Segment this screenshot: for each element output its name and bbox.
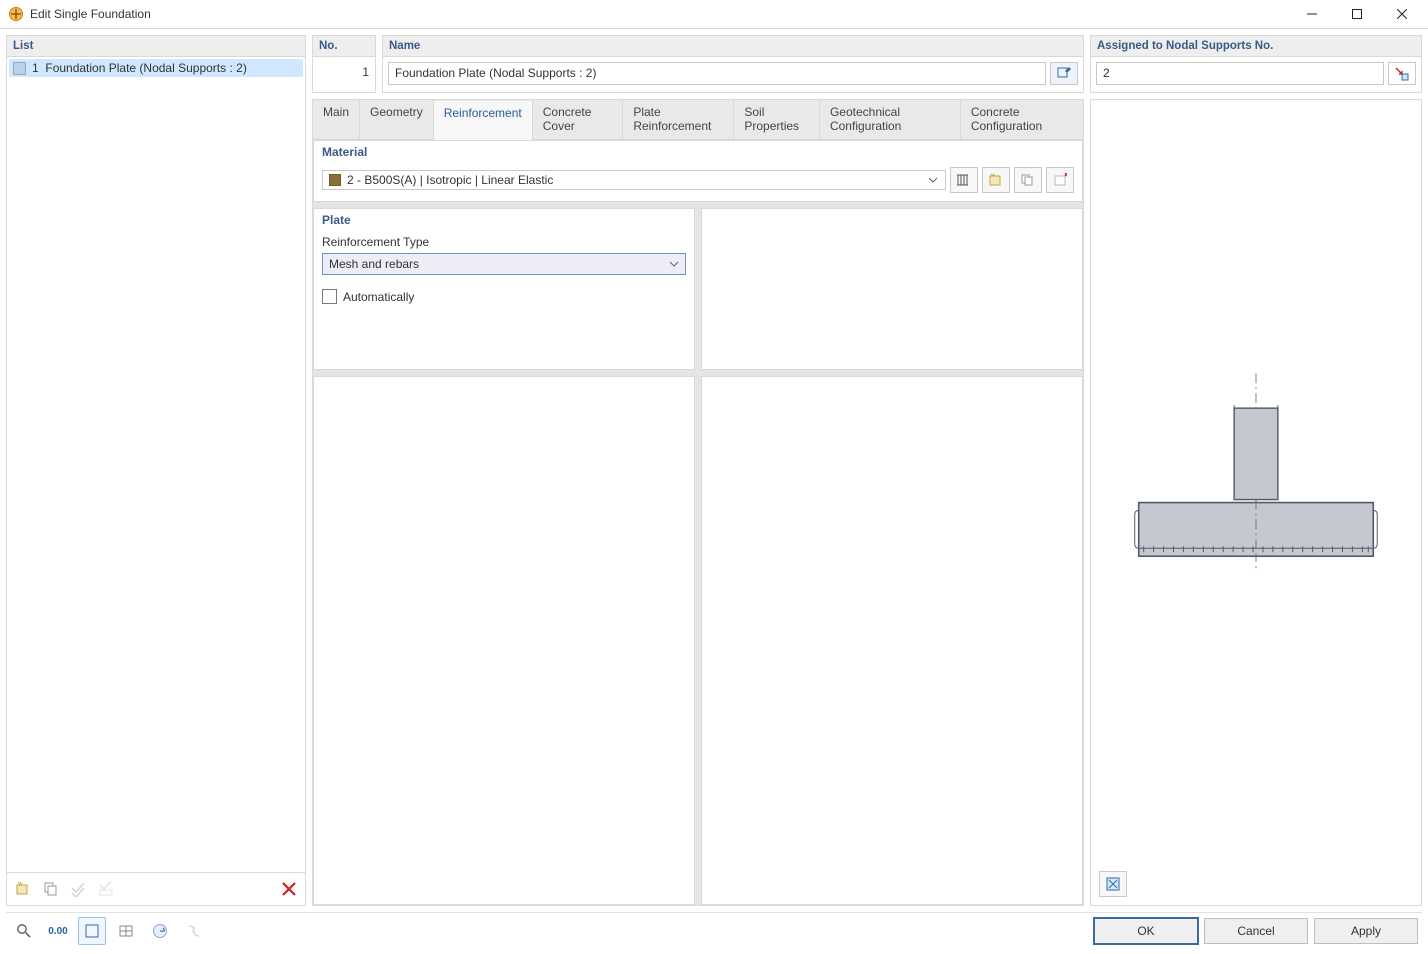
footer-search-button[interactable] (10, 917, 38, 945)
tab-main[interactable]: Main (313, 100, 360, 139)
no-header: No. (313, 36, 375, 57)
preview-pane (1090, 99, 1422, 906)
foundation-list[interactable]: 1 Foundation Plate (Nodal Supports : 2) (7, 57, 305, 872)
list-item[interactable]: 1 Foundation Plate (Nodal Supports : 2) (9, 59, 303, 77)
assigned-header: Assigned to Nodal Supports No. (1091, 36, 1421, 57)
cancel-button[interactable]: Cancel (1204, 918, 1308, 944)
dialog-footer: 0.00 f OK Cancel Apply (6, 912, 1422, 949)
material-delete-button[interactable] (1046, 167, 1074, 193)
uncheck-all-button[interactable] (94, 876, 120, 902)
plate-group: Plate Reinforcement Type Mesh and rebars (313, 208, 695, 370)
minimize-button[interactable] (1289, 0, 1334, 28)
tab-geotechnical-configuration[interactable]: Geotechnical Configuration (820, 100, 961, 139)
tab-reinforcement[interactable]: Reinforcement (434, 101, 533, 140)
name-panel: Name Foundation Plate (Nodal Supports : … (382, 35, 1084, 93)
material-group: Material 2 - B500S(A) | Isotropic | Line… (313, 140, 1083, 202)
middle-column: No. 1 Name Foundation Plate (Nodal Suppo… (312, 35, 1084, 906)
tab-concrete-configuration[interactable]: Concrete Configuration (961, 100, 1083, 139)
two-col-top: Plate Reinforcement Type Mesh and rebars (313, 208, 1083, 370)
tab-concrete-cover[interactable]: Concrete Cover (533, 100, 624, 139)
work-area: List 1 Foundation Plate (Nodal Supports … (6, 35, 1422, 906)
delete-item-button[interactable] (276, 876, 302, 902)
reinforcement-type-label: Reinforcement Type (322, 235, 686, 249)
automatically-label: Automatically (343, 290, 414, 304)
name-input[interactable]: Foundation Plate (Nodal Supports : 2) (388, 62, 1046, 85)
assigned-supports-input[interactable]: 2 (1096, 62, 1384, 85)
svg-text:f: f (192, 925, 196, 935)
title-bar: Edit Single Foundation (0, 0, 1428, 29)
no-value: 1 (317, 62, 369, 83)
material-swatch (329, 174, 341, 186)
tab-content: Material 2 - B500S(A) | Isotropic | Line… (312, 139, 1084, 906)
copy-item-button[interactable] (38, 876, 64, 902)
material-value: 2 - B500S(A) | Isotropic | Linear Elasti… (347, 173, 925, 187)
close-button[interactable] (1379, 0, 1424, 28)
left-list-header: List (7, 36, 305, 57)
assigned-supports-panel: Assigned to Nodal Supports No. 2 (1090, 35, 1422, 93)
dialog-body: List 1 Foundation Plate (Nodal Supports … (0, 29, 1428, 954)
automatically-checkbox[interactable]: Automatically (322, 289, 686, 304)
window-title: Edit Single Foundation (30, 7, 1289, 21)
chevron-down-icon (925, 175, 941, 185)
material-combo[interactable]: 2 - B500S(A) | Isotropic | Linear Elasti… (322, 170, 946, 190)
plate-header: Plate (314, 209, 694, 229)
checkbox-icon (322, 289, 337, 304)
tab-strip: Main Geometry Reinforcement Concrete Cov… (312, 99, 1084, 139)
maximize-button[interactable] (1334, 0, 1379, 28)
apply-button[interactable]: Apply (1314, 918, 1418, 944)
footer-display-button[interactable] (78, 917, 106, 945)
preview-settings-button[interactable] (1099, 871, 1127, 897)
new-item-button[interactable] (10, 876, 36, 902)
name-header: Name (383, 36, 1083, 57)
material-copy-button[interactable] (1014, 167, 1042, 193)
foundation-preview-drawing (1091, 100, 1421, 826)
footer-dimensions-button[interactable] (112, 917, 140, 945)
footer-script-button[interactable]: f (180, 917, 208, 945)
list-item-num: 1 (32, 61, 39, 75)
tab-plate-reinforcement[interactable]: Plate Reinforcement (623, 100, 734, 139)
pick-supports-button[interactable] (1388, 62, 1416, 85)
ok-button[interactable]: OK (1094, 918, 1198, 944)
check-all-button[interactable] (66, 876, 92, 902)
mid-top-row: No. 1 Name Foundation Plate (Nodal Suppo… (312, 35, 1084, 93)
left-panel-toolbar (7, 872, 305, 905)
no-panel: No. 1 (312, 35, 376, 93)
edit-name-button[interactable] (1050, 62, 1078, 85)
material-header: Material (314, 141, 1082, 161)
left-panel: List 1 Foundation Plate (Nodal Supports … (6, 35, 306, 906)
list-item-label: Foundation Plate (Nodal Supports : 2) (45, 61, 246, 75)
tab-soil-properties[interactable]: Soil Properties (734, 100, 820, 139)
list-item-swatch (13, 62, 26, 75)
chevron-down-icon (669, 259, 679, 269)
window-controls (1289, 0, 1424, 28)
footer-units-button[interactable]: 0.00 (44, 917, 72, 945)
material-new-button[interactable] (982, 167, 1010, 193)
lower-pane-right (701, 376, 1083, 905)
material-library-button[interactable] (950, 167, 978, 193)
two-col-bottom (313, 376, 1083, 905)
lower-pane-left (313, 376, 695, 905)
reinforcement-type-select[interactable]: Mesh and rebars (322, 253, 686, 275)
tab-geometry[interactable]: Geometry (360, 100, 434, 139)
plate-group-right (701, 208, 1083, 370)
footer-help-button[interactable] (146, 917, 174, 945)
right-column: Assigned to Nodal Supports No. 2 (1090, 35, 1422, 906)
reinforcement-type-value: Mesh and rebars (329, 257, 419, 271)
app-icon (8, 6, 24, 22)
